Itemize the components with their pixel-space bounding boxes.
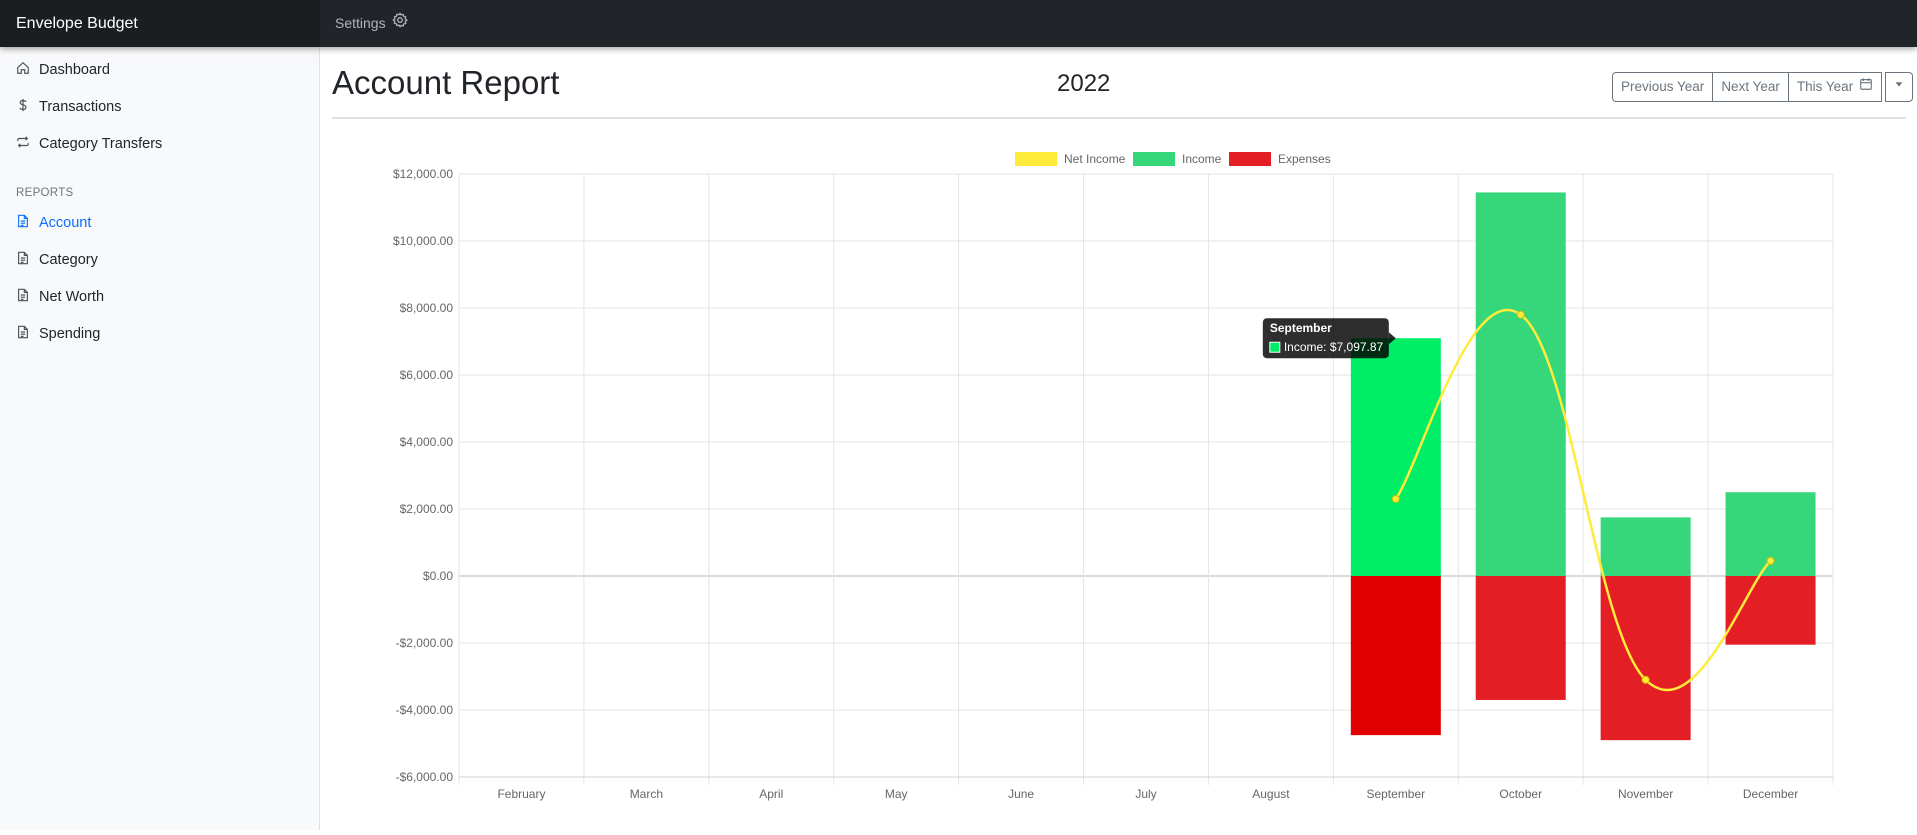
document-icon <box>16 325 30 343</box>
y-tick-label: -$6,000.00 <box>396 770 454 784</box>
calendar-icon <box>1859 73 1873 101</box>
legend-label: Net Income <box>1064 152 1126 166</box>
legend-swatch <box>1133 152 1175 166</box>
x-tick-label: September <box>1366 787 1425 801</box>
sidebar-item-spending[interactable]: Spending <box>16 322 100 346</box>
legend-swatch <box>1229 152 1271 166</box>
income-bar <box>1350 338 1441 576</box>
this-year-button[interactable]: This Year <box>1787 72 1883 102</box>
title-divider <box>332 117 1906 119</box>
report-year: 2022 <box>1057 70 1111 97</box>
sidebar: Dashboard Transactions Category Transfer… <box>0 47 320 830</box>
sidebar-item-dashboard[interactable]: Dashboard <box>16 58 110 82</box>
x-tick-label: February <box>497 787 545 801</box>
legend-label: Expenses <box>1278 152 1331 166</box>
sidebar-item-net-worth[interactable]: Net Worth <box>16 285 104 309</box>
transfer-icon <box>16 135 30 153</box>
tooltip-swatch <box>1269 341 1281 353</box>
sidebar-item-category[interactable]: Category <box>16 248 98 272</box>
account-report-chart[interactable]: $12,000.00 $10,000.00 $8,000.00 $6,000.00 $4… <box>321 140 1917 830</box>
settings-label: Settings <box>335 15 386 31</box>
x-tick-label: December <box>1743 787 1798 801</box>
sidebar-item-label: Account <box>39 215 92 231</box>
sidebar-item-account[interactable]: Account <box>16 211 91 235</box>
sidebar-item-category-transfers[interactable]: Category Transfers <box>16 132 162 156</box>
x-tick-label: June <box>1008 787 1034 801</box>
year-nav-group: Previous Year Next Year This Year <box>1612 72 1914 102</box>
page-title: Account Report <box>332 64 560 101</box>
income-bar <box>1475 192 1566 577</box>
y-tick-label: $8,000.00 <box>400 301 454 315</box>
x-tick-label: March <box>630 787 663 801</box>
dollar-icon <box>16 98 30 116</box>
document-icon <box>16 288 30 306</box>
y-tick-label: -$2,000.00 <box>396 636 454 650</box>
expense-bar <box>1475 576 1566 700</box>
y-tick-label: $2,000.00 <box>400 502 454 516</box>
sidebar-item-label: Spending <box>39 326 101 342</box>
home-icon <box>16 61 30 79</box>
previous-year-button[interactable]: Previous Year <box>1612 72 1714 102</box>
reports-heading: REPORTS <box>16 187 74 199</box>
x-tick-label: October <box>1499 787 1542 801</box>
x-tick-label: April <box>759 787 783 801</box>
sidebar-item-label: Category <box>39 252 98 268</box>
sidebar-item-label: Dashboard <box>39 62 110 78</box>
y-tick-label: $12,000.00 <box>393 167 453 181</box>
chart-tooltip: September Income: $7,097.87 <box>1262 318 1396 359</box>
expense-bar <box>1600 576 1691 741</box>
year-dropdown-toggle[interactable] <box>1885 72 1914 102</box>
this-year-label: This Year <box>1796 79 1854 94</box>
x-tick-label: August <box>1252 787 1290 801</box>
y-tick-label: $6,000.00 <box>400 368 454 382</box>
net-income-point <box>1766 556 1775 565</box>
top-navbar: Envelope Budget Settings <box>0 0 1917 47</box>
tooltip-text: Income: $7,097.87 <box>1284 340 1384 354</box>
y-tick-label: $4,000.00 <box>400 435 454 449</box>
caret-down-icon <box>1892 73 1906 101</box>
sidebar-item-label: Category Transfers <box>39 136 163 152</box>
x-tick-label: November <box>1618 787 1673 801</box>
y-tick-label: -$4,000.00 <box>396 703 454 717</box>
brand[interactable]: Envelope Budget <box>0 0 320 47</box>
settings-link[interactable]: Settings <box>335 0 408 47</box>
account-chart-container: $12,000.00 $10,000.00 $8,000.00 $6,000.00 $4… <box>321 140 1917 830</box>
sidebar-item-label: Net Worth <box>39 289 105 305</box>
legend-label: Income <box>1182 152 1222 166</box>
tooltip-title: September <box>1270 321 1332 335</box>
legend-swatch <box>1015 152 1057 166</box>
y-tick-label: $10,000.00 <box>393 234 453 248</box>
net-income-point <box>1641 675 1650 684</box>
expense-bar <box>1350 576 1441 736</box>
x-tick-label: May <box>885 787 908 801</box>
next-year-button[interactable]: Next Year <box>1712 72 1789 102</box>
net-income-point <box>1391 494 1400 503</box>
sidebar-item-transactions[interactable]: Transactions <box>16 95 121 119</box>
gear-icon <box>391 0 408 47</box>
document-icon <box>16 251 30 269</box>
x-tick-label: July <box>1135 787 1156 801</box>
y-tick-label: $0.00 <box>423 569 453 583</box>
document-icon <box>16 214 30 232</box>
sidebar-item-label: Transactions <box>39 99 122 115</box>
net-income-point <box>1516 310 1525 319</box>
income-bar <box>1600 517 1691 576</box>
